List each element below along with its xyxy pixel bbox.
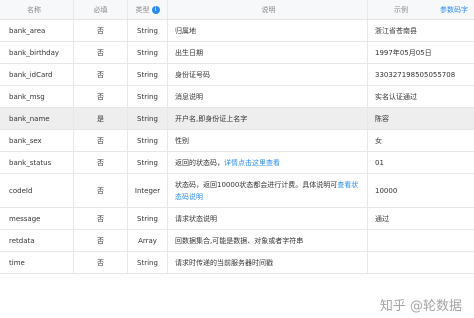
param-type: String [128,208,168,229]
param-description: 请求时传递的当前服务器时间戳 [168,252,368,273]
param-name: codeId [0,174,74,207]
param-type: String [128,108,168,129]
param-required: 否 [74,208,128,229]
param-required: 否 [74,252,128,273]
param-name: bank_area [0,20,74,41]
param-example: 1997年05月05日 [375,48,432,57]
param-name: time [0,252,74,273]
table-row: bank_idCard 否 String 身份证号码 3303271985050… [0,64,474,86]
table-header: 名称 必填 类型 i 说明 示例 参数码字 [0,0,474,20]
param-description-block: 状态码，返回10000状态都会进行计费。具体说明可查看状态码说明 [175,179,362,203]
param-name: message [0,208,74,229]
table-row: bank_sex 否 String 性别 女 [0,130,474,152]
watermark: 知乎 @轮数据 [379,299,462,314]
table-row-highlighted: bank_name 是 String 开户名,即身份证上名字 陈容 [0,108,474,130]
param-required: 否 [74,64,128,85]
header-required: 必填 [74,0,128,19]
table-row: bank_area 否 String 归属地 浙江省苍南县 [0,20,474,42]
param-codes-link[interactable]: 参数码字 [440,5,468,15]
param-description: 消息说明 [168,86,368,107]
param-type: Integer [128,174,168,207]
param-type: String [128,42,168,63]
param-description-text: 状态码，返回10000状态都会进行计费。具体说明可 [175,180,338,189]
param-description: 归属地 [168,20,368,41]
header-description: 说明 [168,0,368,19]
param-example: 女 [375,136,382,145]
header-name: 名称 [0,0,74,19]
param-required: 否 [74,174,128,207]
param-description: 回数据集合,可能是数据、对象或者字符串 [168,230,368,251]
api-params-table: 名称 必填 类型 i 说明 示例 参数码字 bank_area 否 String… [0,0,474,274]
table-row: bank_msg 否 String 消息说明 实名认证通过 [0,86,474,108]
param-required: 否 [74,230,128,251]
param-description: 出生日期 [168,42,368,63]
header-example-label: 示例 [394,5,408,14]
param-required: 否 [74,86,128,107]
param-type: Array [128,230,168,251]
param-type: String [128,152,168,173]
param-description: 返回的状态码， 详情点击这里查看 [168,152,368,173]
table-row: codeId 否 Integer 状态码，返回10000状态都会进行计费。具体说… [0,174,474,208]
param-example: 10000 [375,186,398,195]
param-example: 01 [375,158,384,167]
param-name: retdata [0,230,74,251]
table-row: bank_birthday 否 String 出生日期 1997年05月05日 [0,42,474,64]
param-example: 通过 [375,214,389,223]
table-row: bank_status 否 String 返回的状态码， 详情点击这里查看 01 [0,152,474,174]
param-required: 否 [74,42,128,63]
param-example: 330327198505055708 [375,70,456,79]
param-required: 否 [74,20,128,41]
param-example: 实名认证通过 [375,92,417,101]
param-example: 浙江省苍南县 [375,26,417,35]
param-required: 是 [74,108,128,129]
param-type: String [128,20,168,41]
param-name: bank_birthday [0,42,74,63]
param-type: String [128,64,168,85]
param-name: bank_status [0,152,74,173]
param-name: bank_msg [0,86,74,107]
info-icon[interactable]: i [151,5,160,14]
param-description: 开户名,即身份证上名字 [168,108,368,129]
param-name: bank_sex [0,130,74,151]
param-description-text: 返回的状态码， [175,158,224,167]
param-description: 请求状态说明 [168,208,368,229]
param-description: 状态码，返回10000状态都会进行计费。具体说明可查看状态码说明 [168,174,368,207]
header-type: 类型 i [128,0,168,19]
param-example: 陈容 [375,114,389,123]
param-type: String [128,252,168,273]
table-row: message 否 String 请求状态说明 通过 [0,208,474,230]
param-description: 性别 [168,130,368,151]
param-description: 身份证号码 [168,64,368,85]
status-detail-link[interactable]: 详情点击这里查看 [224,157,280,169]
param-type: String [128,130,168,151]
header-type-label: 类型 [135,5,150,14]
param-example [368,230,474,251]
param-type: String [128,86,168,107]
param-example [368,252,474,273]
param-required: 否 [74,130,128,151]
param-name: bank_name [0,108,74,129]
table-row: time 否 String 请求时传递的当前服务器时间戳 [0,252,474,274]
header-example: 示例 参数码字 [368,0,474,19]
table-row: retdata 否 Array 回数据集合,可能是数据、对象或者字符串 [0,230,474,252]
param-name: bank_idCard [0,64,74,85]
param-required: 否 [74,152,128,173]
